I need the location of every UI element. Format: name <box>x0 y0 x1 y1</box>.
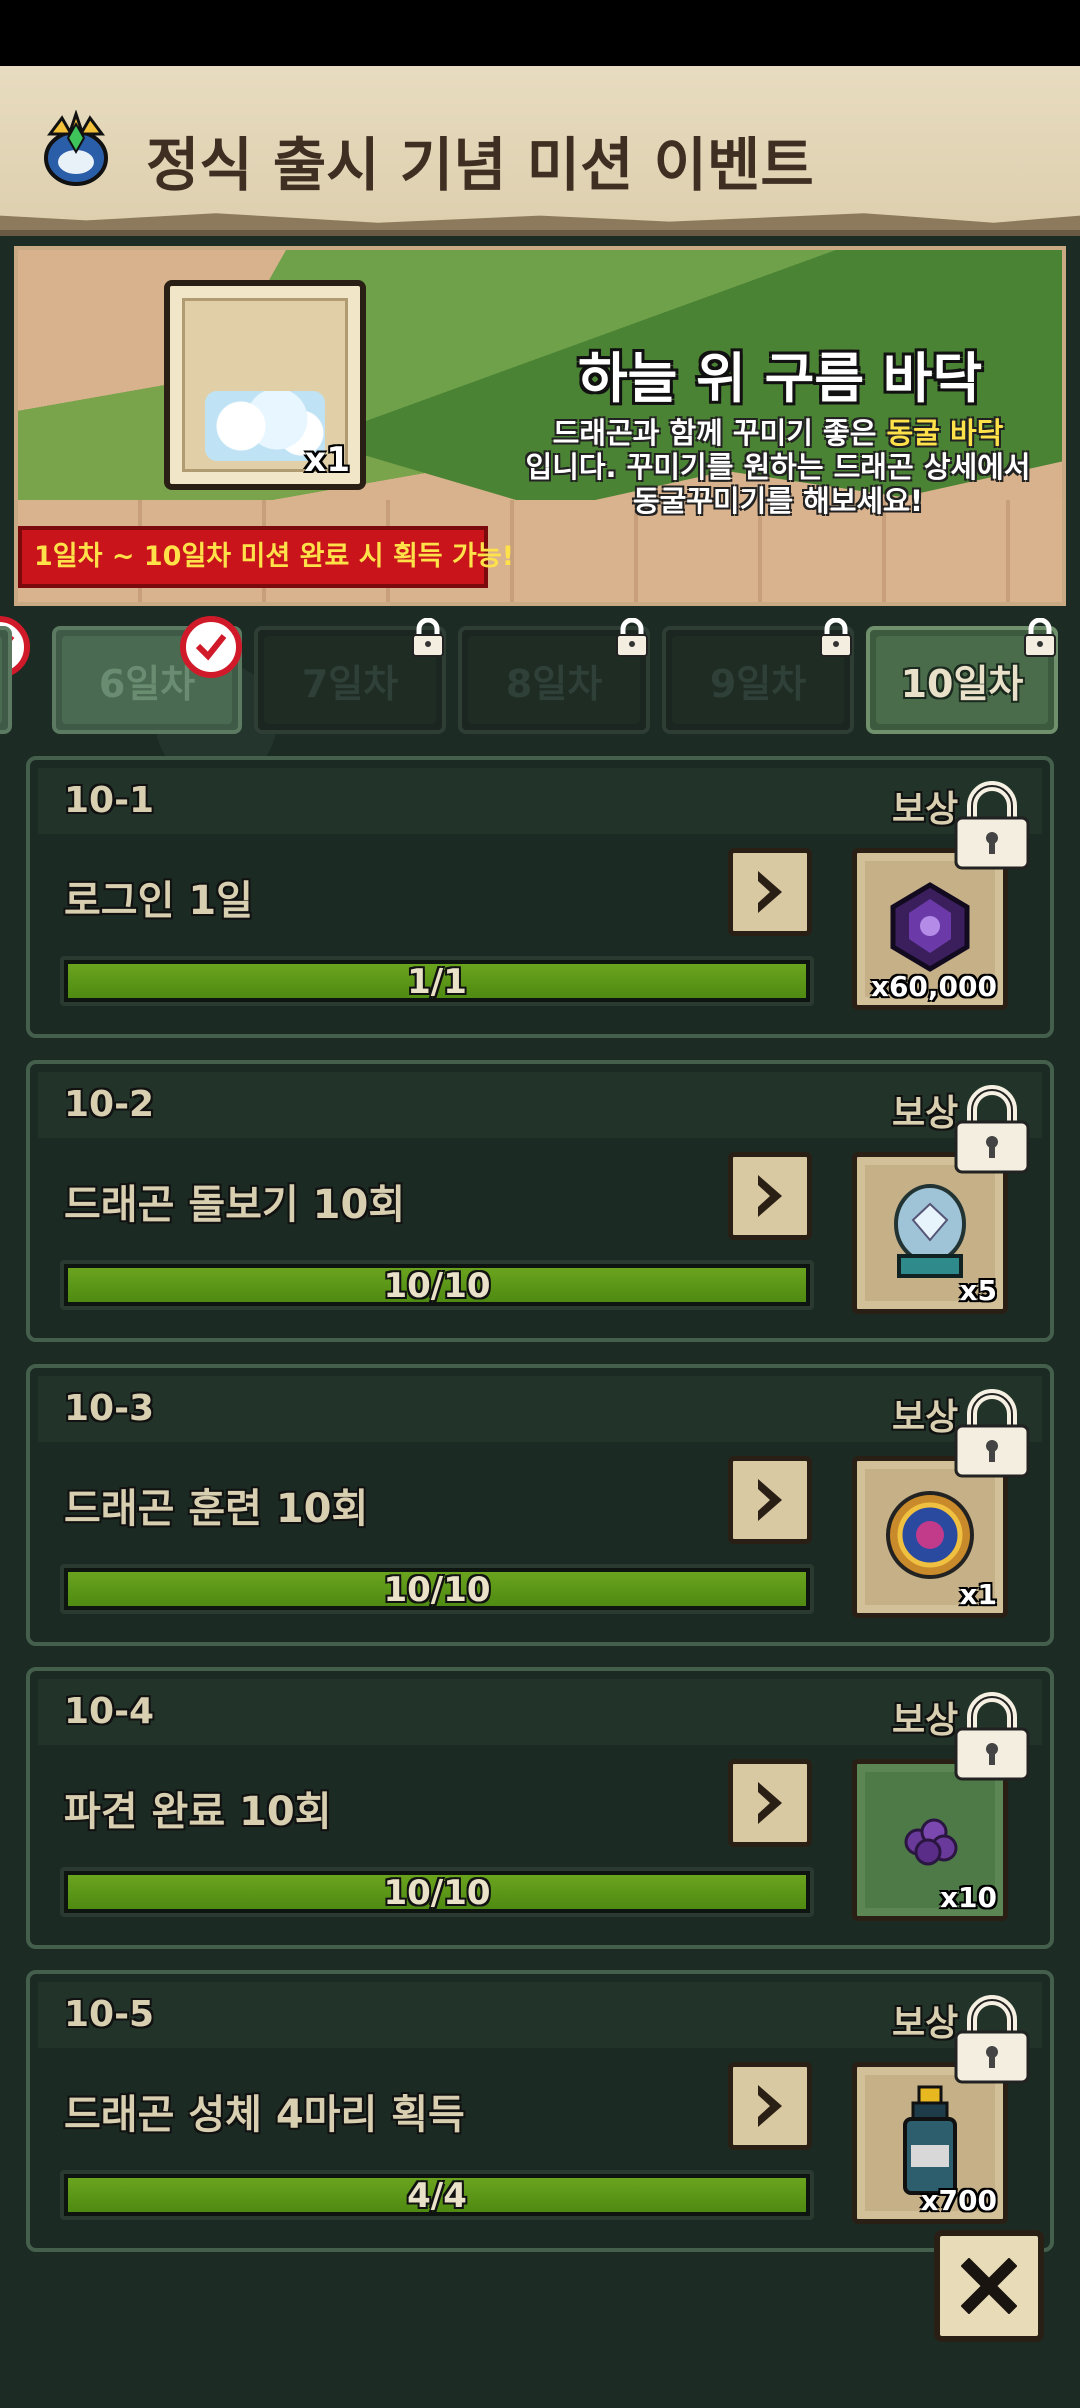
mission-number: 10-1 <box>64 780 155 821</box>
mission-card: 10-2 보상드래곤 돌보기 10회 10/10 x5 <box>26 1060 1054 1342</box>
mission-progress-bar: 1/1 <box>60 956 814 1006</box>
mission-progress-bar: 10/10 <box>60 1867 814 1917</box>
reward-label: 보상 <box>892 1093 959 1134</box>
mission-number: 10-5 <box>64 1994 155 2035</box>
go-button[interactable] <box>728 1152 812 1240</box>
lock-icon <box>954 1389 1030 1478</box>
dark-crystal-icon <box>875 877 985 981</box>
tab-day-5[interactable] <box>0 626 12 734</box>
medal-icon <box>875 1480 985 1594</box>
reward-qty: x1 <box>959 1578 997 1611</box>
mission-progress-bar: 10/10 <box>60 1564 814 1614</box>
mission-name: 드래곤 돌보기 10회 <box>64 1182 406 1228</box>
go-button[interactable] <box>728 848 812 936</box>
progress-text: 10/10 <box>383 1873 491 1913</box>
banner-desc-part2: 입니다. 꾸미기를 원하는 드래곤 상세에서 동굴꾸미기를 해보세요! <box>525 450 1031 518</box>
mission-card: 10-1 보상로그인 1일 1/1 x60,000 <box>26 756 1054 1038</box>
reward-qty: x5 <box>959 1274 997 1307</box>
reward-qty: x700 <box>920 2184 997 2217</box>
reward-item[interactable]: x10 <box>852 1759 1008 1921</box>
banner-description: 드래곤과 함께 꾸미기 좋은 동굴 바닥 입니다. 꾸미기를 원하는 드래곤 상세… <box>508 416 1048 518</box>
mission-name: 드래곤 훈련 10회 <box>64 1486 369 1532</box>
lock-icon <box>954 781 1030 870</box>
mission-card: 10-3 보상드래곤 훈련 10회 10/10 x1 <box>26 1364 1054 1646</box>
mission-card: 10-5 보상드래곤 성체 4마리 획득 4/4 x700 <box>26 1970 1054 2252</box>
close-icon <box>961 2258 1017 2314</box>
progress-text: 1/1 <box>407 962 467 1002</box>
go-button[interactable] <box>728 1759 812 1847</box>
mission-name: 로그인 1일 <box>64 878 253 924</box>
reward-item[interactable]: x5 <box>852 1152 1008 1314</box>
reward-qty: x60,000 <box>870 970 997 1003</box>
lock-icon <box>954 1995 1030 2084</box>
go-button[interactable] <box>728 2062 812 2150</box>
chevron-right-icon <box>758 1175 782 1217</box>
mission-progress-bar: 10/10 <box>60 1260 814 1310</box>
lock-icon <box>820 618 852 657</box>
event-emblem-icon <box>44 110 108 186</box>
chevron-right-icon <box>758 1782 782 1824</box>
lock-icon <box>1024 618 1056 657</box>
lock-icon <box>616 618 648 657</box>
page-title: 정식 출시 기념 미션 이벤트 <box>146 131 814 199</box>
mission-number: 10-4 <box>64 1691 155 1732</box>
reward-banner: x1 하늘 위 구름 바닥 드래곤과 함께 꾸미기 좋은 동굴 바닥 입니다. 꾸… <box>14 246 1066 606</box>
progress-text: 10/10 <box>383 1266 491 1306</box>
check-badge-icon <box>180 616 242 678</box>
banner-reward-item[interactable]: x1 <box>164 280 366 490</box>
banner-desc-part1: 드래곤과 함께 꾸미기 좋은 <box>552 416 887 450</box>
reward-label: 보상 <box>892 1397 959 1438</box>
reward-label: 보상 <box>892 1700 959 1741</box>
banner-ribbon: 1일차 ~ 10일차 미션 완료 시 획득 가능! <box>18 526 514 588</box>
reward-label: 보상 <box>892 2003 959 2044</box>
chevron-right-icon <box>758 2085 782 2127</box>
chevron-right-icon <box>758 871 782 913</box>
banner-title: 하늘 위 구름 바닥 <box>578 347 983 410</box>
reward-qty: x10 <box>939 1881 997 1914</box>
banner-desc-highlight: 동굴 바닥 <box>886 416 1004 450</box>
mission-name: 파견 완료 10회 <box>64 1789 332 1835</box>
close-button[interactable] <box>934 2230 1044 2342</box>
progress-text: 10/10 <box>383 1570 491 1610</box>
lock-icon <box>954 1085 1030 1174</box>
banner-item-qty: x1 <box>304 440 350 480</box>
grape-icon <box>890 1808 970 1872</box>
mission-progress-bar: 4/4 <box>60 2170 814 2220</box>
mission-number: 10-2 <box>64 1084 155 1125</box>
mission-number: 10-3 <box>64 1388 155 1429</box>
reward-item[interactable]: x700 <box>852 2062 1008 2224</box>
reward-item[interactable]: x60,000 <box>852 848 1008 1010</box>
lock-icon <box>954 1692 1030 1781</box>
reward-item[interactable]: x1 <box>852 1456 1008 1618</box>
mission-card: 10-4 보상파견 완료 10회 10/10 x10 <box>26 1667 1054 1949</box>
diamond-dome-icon <box>875 1176 985 1290</box>
reward-label: 보상 <box>892 789 959 830</box>
go-button[interactable] <box>728 1456 812 1544</box>
progress-text: 4/4 <box>407 2176 467 2216</box>
chevron-right-icon <box>758 1479 782 1521</box>
mission-name: 드래곤 성체 4마리 획득 <box>64 2092 465 2138</box>
lock-icon <box>412 618 444 657</box>
status-bar <box>0 0 1080 66</box>
